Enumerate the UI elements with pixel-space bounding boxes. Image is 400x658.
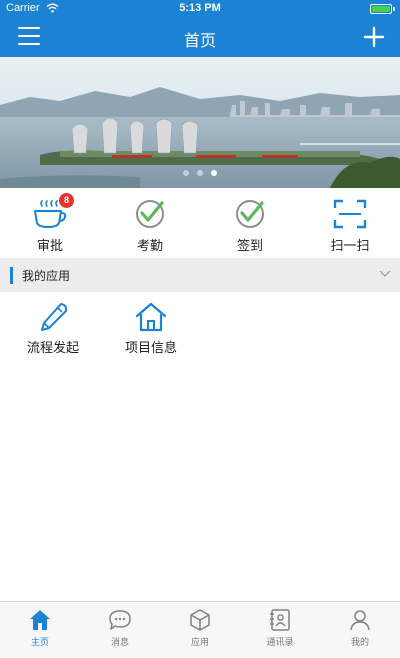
quick-action-label: 签到	[236, 239, 263, 254]
status-time: 5:13 PM	[179, 2, 221, 14]
home-icon	[30, 610, 50, 630]
tab-label: 我的	[350, 638, 369, 648]
app-label: 项目信息	[124, 341, 177, 356]
top-bar: Carrier 5:13 PM 首页	[0, 0, 400, 57]
scan-icon	[333, 199, 367, 229]
tab-label: 通讯录	[266, 638, 294, 648]
quick-action-label: 考勤	[136, 239, 163, 254]
nav-bar: 首页	[0, 18, 400, 57]
page-title: 首页	[183, 31, 216, 50]
unread-badge: 8	[59, 193, 74, 208]
quick-action-label: 扫一扫	[330, 239, 370, 254]
check-circle-icon	[236, 200, 264, 228]
tab-messages[interactable]: 消息	[80, 602, 160, 658]
carousel-dot[interactable]	[197, 170, 203, 176]
quick-action-label: 审批	[36, 239, 63, 254]
chat-icon	[109, 610, 131, 630]
user-icon	[350, 610, 370, 631]
tab-label: 消息	[110, 638, 129, 648]
tab-apps[interactable]: 应用	[160, 602, 240, 658]
app-process-start[interactable]: 流程发起	[3, 292, 103, 360]
quick-actions: 8 审批 考勤 签到 扫一扫	[0, 188, 400, 258]
my-apps-header[interactable]: 我的应用	[0, 258, 400, 292]
tab-label: 应用	[190, 638, 209, 648]
cube-icon	[190, 609, 210, 631]
check-circle-icon	[136, 200, 164, 228]
plus-icon	[363, 26, 385, 48]
quick-action-scan[interactable]: 扫一扫	[300, 188, 400, 258]
tab-bar: 主页 消息 应用 通讯录 我的	[0, 601, 400, 658]
battery-cap	[393, 7, 395, 11]
status-bar: Carrier 5:13 PM	[0, 0, 400, 18]
quick-action-checkin[interactable]: 签到	[200, 188, 300, 258]
house-icon	[135, 302, 167, 332]
section-title: 我的应用	[22, 269, 71, 283]
app-screen: Carrier 5:13 PM 首页 8 审批 考勤 签到 扫一扫 我的应用 流…	[0, 0, 400, 658]
quick-action-attendance[interactable]: 考勤	[100, 188, 200, 258]
chevron-down-icon	[379, 270, 391, 277]
tab-home[interactable]: 主页	[0, 602, 80, 658]
contacts-icon	[270, 609, 290, 631]
battery-icon	[370, 4, 392, 14]
tab-profile[interactable]: 我的	[320, 602, 400, 658]
app-project-info[interactable]: 项目信息	[101, 292, 201, 360]
my-apps-grid: 流程发起 项目信息	[0, 292, 400, 362]
add-button[interactable]	[362, 25, 386, 49]
quick-action-approval[interactable]: 8 审批	[0, 188, 100, 258]
banner-carousel[interactable]	[0, 57, 400, 188]
tab-contacts[interactable]: 通讯录	[240, 602, 320, 658]
app-label: 流程发起	[26, 341, 79, 356]
carousel-indicator	[0, 161, 400, 180]
section-accent-bar	[10, 267, 13, 284]
carousel-dot[interactable]	[183, 170, 189, 176]
carousel-dot-active[interactable]	[211, 170, 217, 176]
tab-label: 主页	[30, 638, 49, 648]
pen-icon	[41, 303, 68, 331]
